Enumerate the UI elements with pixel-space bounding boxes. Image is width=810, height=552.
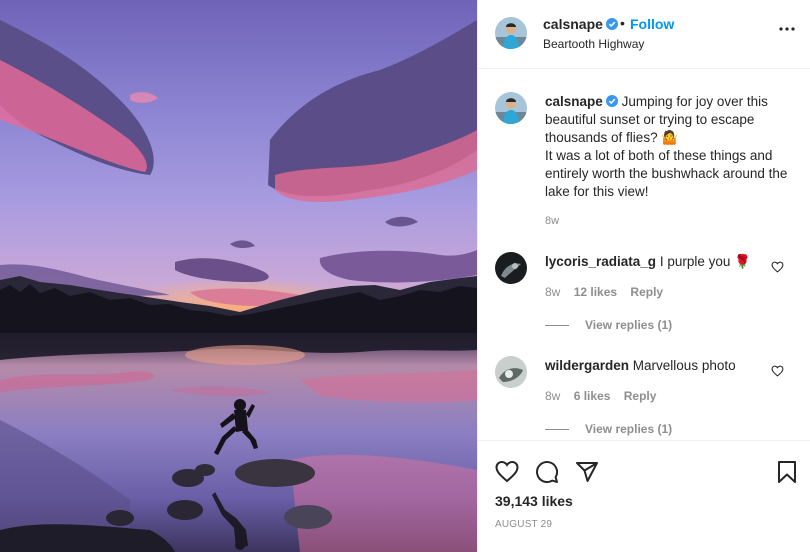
separator-dot: • bbox=[620, 15, 625, 31]
author-avatar[interactable] bbox=[495, 17, 527, 49]
view-replies-button[interactable]: View replies (1) bbox=[545, 318, 672, 332]
comment-body: wildergarden Marvellous photo bbox=[545, 358, 736, 373]
follow-button[interactable]: Follow bbox=[630, 16, 674, 32]
verified-badge-icon bbox=[605, 18, 618, 30]
view-replies-label[interactable]: View replies (1) bbox=[585, 422, 672, 436]
heart-icon[interactable] bbox=[495, 460, 519, 484]
comment-likes[interactable]: 6 likes bbox=[574, 389, 611, 403]
post-date[interactable]: AUGUST 29 bbox=[495, 519, 552, 530]
comment-icon[interactable] bbox=[535, 460, 559, 484]
post-details-panel: calsnape • Follow Beartooth Highway cals… bbox=[477, 0, 810, 552]
comment-like-heart-icon[interactable] bbox=[771, 261, 784, 273]
verified-badge-icon bbox=[605, 95, 618, 107]
post-caption: calsnape Jumping for joy over this beaut… bbox=[545, 93, 797, 201]
share-icon[interactable] bbox=[575, 460, 599, 484]
post-actions-bar: 39,143 likes AUGUST 29 bbox=[478, 440, 810, 552]
comment-like-heart-icon[interactable] bbox=[771, 365, 784, 377]
sunset-lake-image bbox=[0, 0, 477, 552]
comment-username[interactable]: wildergarden bbox=[545, 358, 629, 373]
replies-divider bbox=[545, 429, 569, 431]
comment-text: Marvellous photo bbox=[632, 358, 736, 373]
caption-text-line2: It was a lot of both of these things and… bbox=[545, 148, 788, 199]
comment-username[interactable]: lycoris_radiata_g bbox=[545, 254, 656, 269]
comment-reply-button[interactable]: Reply bbox=[630, 285, 663, 299]
comment-likes[interactable]: 12 likes bbox=[574, 285, 617, 299]
caption-timestamp[interactable]: 8w bbox=[545, 215, 559, 227]
view-replies-label[interactable]: View replies (1) bbox=[585, 318, 672, 332]
author-username-text[interactable]: calsnape bbox=[543, 16, 603, 32]
location-link[interactable]: Beartooth Highway bbox=[543, 37, 644, 51]
comment-time[interactable]: 8w bbox=[545, 389, 560, 403]
post-photo[interactable] bbox=[0, 0, 477, 552]
comment-time[interactable]: 8w bbox=[545, 285, 560, 299]
commenter-avatar[interactable] bbox=[495, 356, 527, 388]
comment-body: lycoris_radiata_g I purple you 🌹 bbox=[545, 254, 751, 270]
commenter-avatar[interactable] bbox=[495, 252, 527, 284]
more-horizontal-icon[interactable] bbox=[779, 27, 795, 31]
caption-username[interactable]: calsnape bbox=[545, 94, 603, 109]
comment-meta: 8w 6 likes Reply bbox=[545, 389, 666, 403]
replies-divider bbox=[545, 325, 569, 327]
author-username[interactable]: calsnape bbox=[543, 16, 618, 32]
post-header: calsnape • Follow Beartooth Highway bbox=[478, 0, 810, 69]
bookmark-icon[interactable] bbox=[775, 460, 799, 484]
comment-reply-button[interactable]: Reply bbox=[624, 389, 657, 403]
comment-meta: 8w 12 likes Reply bbox=[545, 285, 673, 299]
view-replies-button[interactable]: View replies (1) bbox=[545, 422, 672, 436]
comment-text: I purple you 🌹 bbox=[659, 254, 751, 269]
likes-count[interactable]: 39,143 likes bbox=[495, 493, 573, 509]
caption-author-avatar[interactable] bbox=[495, 92, 527, 124]
